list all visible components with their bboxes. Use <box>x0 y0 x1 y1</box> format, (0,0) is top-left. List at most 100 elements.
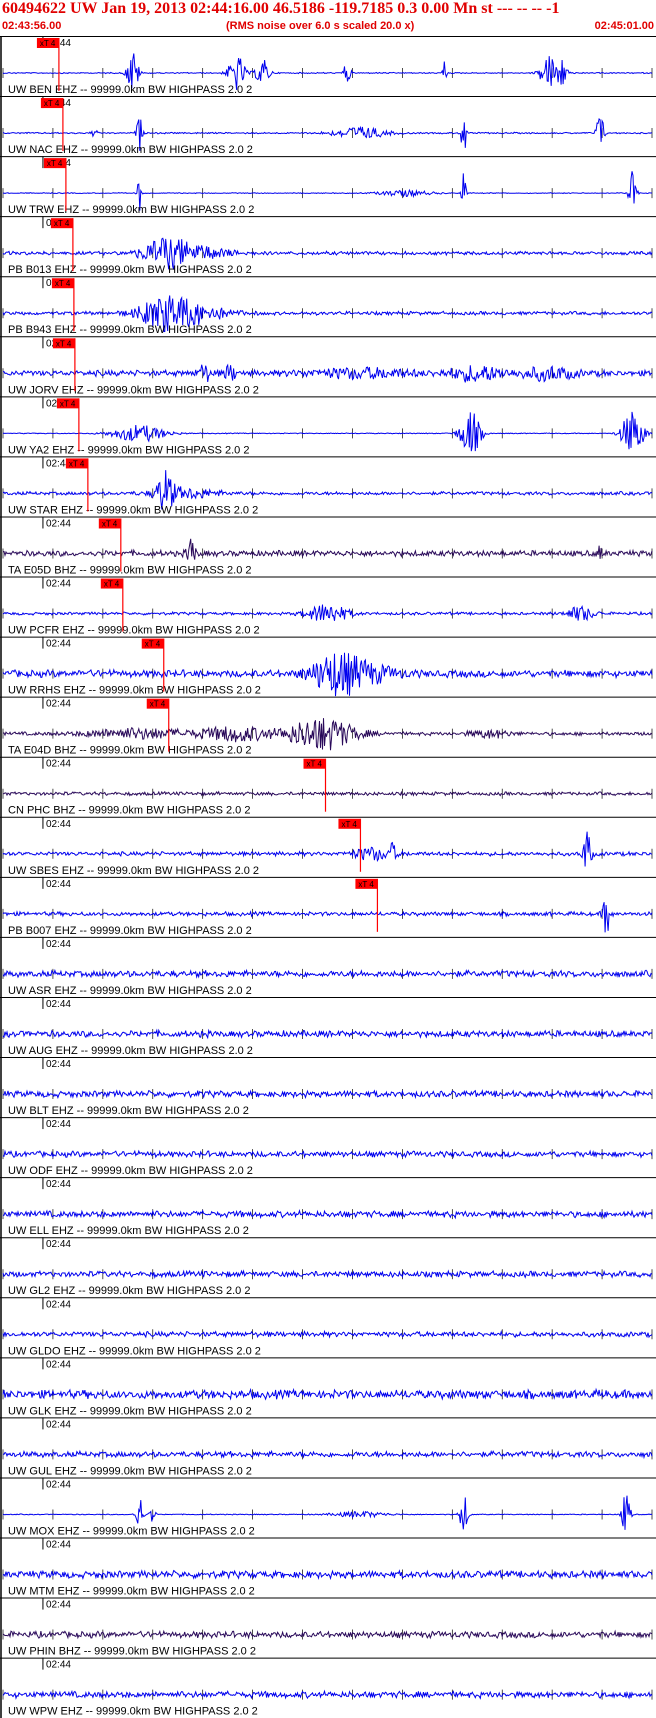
trace-row: 02:44 UW SBES EHZ -- 99999.0km BW HIGHPAS… <box>0 816 656 877</box>
station-label: UW ASR EHZ -- 99999.0km BW HIGHPASS 2.0 … <box>8 985 252 997</box>
station-label: UW PHIN BHZ -- 99999.0km BW HIGHPASS 2.0… <box>8 1646 256 1658</box>
pick-label: xT 4 <box>102 519 118 528</box>
station-label: UW TRW EHZ -- 99999.0km BW HIGHPASS 2.0 … <box>8 204 254 216</box>
station-label: UW AUG EHZ -- 99999.0km BW HIGHPASS 2.0 … <box>8 1045 253 1057</box>
trace-row: 02:44 UW GUL EHZ -- 99999.0km BW HIGHPASS… <box>0 1417 656 1477</box>
trace-row: 02:44 UW PHIN BHZ -- 99999.0km BW HIGHPAS… <box>0 1597 656 1658</box>
station-label: UW GUL EHZ -- 99999.0km BW HIGHPASS 2.0 … <box>8 1465 252 1477</box>
station-label: UW MTM EHZ -- 99999.0km BW HIGHPASS 2.0 … <box>8 1586 255 1598</box>
station-label: UW GLDO EHZ -- 99999.0km BW HIGHPASS 2.0… <box>8 1345 261 1357</box>
pick-label: xT 4 <box>150 700 166 709</box>
time-label: 02:44 <box>46 1540 71 1551</box>
waveform <box>2 790 653 797</box>
trace-row: 02:44PB B013 EHZ -- 99999.0km BW HIGHPAS… <box>0 216 656 276</box>
pick-label: xT 4 <box>60 399 76 408</box>
waveform <box>2 1449 653 1460</box>
trace-row: 02:44 UW AUG EHZ -- 99999.0km BW HIGHPASS… <box>0 996 656 1057</box>
trace-row: 02:44 TA E05D BHZ -- 99999.0km BW HIGHPAS… <box>0 516 656 576</box>
station-label: CN PHC BHZ -- 99999.0km BW HIGHPASS 2.0 … <box>8 805 250 817</box>
time-label: 02:44 <box>46 1600 71 1611</box>
trace-row: 02:44 PB B007 EHZ -- 99999.0km BW HIGHPAS… <box>0 876 656 937</box>
waveform <box>2 538 653 560</box>
time-label: 02:44 <box>46 759 71 770</box>
waveform <box>2 604 653 622</box>
station-label: TA E04D BHZ -- 99999.0km BW HIGHPASS 2.0… <box>8 745 252 757</box>
waveform <box>2 1629 653 1640</box>
trace-row: 02:44UW JORV EHZ -- 99999.0km BW HIGHPAS… <box>0 336 656 396</box>
time-label: 02:44 <box>46 819 71 830</box>
pick-label: xT 4 <box>341 820 357 829</box>
station-label: UW STAR EHZ -- 99999.0km BW HIGHPASS 2.0… <box>8 504 258 516</box>
pick-label: xT 4 <box>358 880 374 889</box>
waveform <box>2 1088 653 1100</box>
trace-row: 02:44 UW MOX EHZ -- 99999.0km BW HIGHPASS… <box>0 1477 656 1537</box>
trace-row: 02:44 UW PCFR EHZ -- 99999.0km BW HIGHPAS… <box>0 576 656 637</box>
station-label: UW BEN EHZ -- 99999.0km BW HIGHPASS 2.0 … <box>8 84 252 96</box>
time-label: 02:44 <box>46 879 71 890</box>
station-label: UW NAC EHZ -- 99999.0km BW HIGHPASS 2.0 … <box>8 144 253 156</box>
station-label: UW GLK EHZ -- 99999.0km BW HIGHPASS 2.0 … <box>8 1405 252 1417</box>
end-time: 02:45:01.00 <box>594 20 654 32</box>
pick-label: xT 4 <box>104 580 120 589</box>
trace-row: 02:44 UW ASR EHZ -- 99999.0km BW HIGHPASS… <box>0 936 656 997</box>
trace-row: 02:44 UW BLT EHZ -- 99999.0km BW HIGHPASS… <box>0 1057 656 1117</box>
waveform <box>2 1209 653 1220</box>
time-label: 02:44 <box>46 999 71 1010</box>
trace-row: 02:44 UW ELL EHZ -- 99999.0km BW HIGHPASS… <box>0 1177 656 1237</box>
station-label: PB B013 EHZ -- 99999.0km BW HIGHPASS 2.0… <box>8 264 252 276</box>
trace-row: 02:44UW TRW EHZ -- 99999.0km BW HIGHPASS… <box>0 156 656 216</box>
waveform <box>2 1689 653 1700</box>
plot-header: 60494622 UW Jan 19, 2013 02:44:16.00 46.… <box>0 0 656 36</box>
trace-row: 02:44 UW GLK EHZ -- 99999.0km BW HIGHPASS… <box>0 1357 656 1417</box>
station-label: UW PCFR EHZ -- 99999.0km BW HIGHPASS 2.0… <box>8 625 260 637</box>
time-label: 02:44 <box>46 1359 71 1370</box>
station-label: UW GL2 EHZ -- 99999.0km BW HIGHPASS 2.0 … <box>8 1285 250 1297</box>
station-label: UW RRHS EHZ -- 99999.0km BW HIGHPASS 2.0… <box>8 685 261 697</box>
time-label: 02:44 <box>46 1179 71 1190</box>
time-label: 02:44 <box>46 639 71 650</box>
station-label: UW SBES EHZ -- 99999.0km BW HIGHPASS 2.0… <box>8 865 259 877</box>
waveform <box>2 1329 653 1339</box>
pick-label: xT 4 <box>40 39 56 48</box>
trace-row: 02:44UW BEN EHZ -- 99999.0km BW HIGHPASS… <box>0 36 656 96</box>
station-label: UW ELL EHZ -- 99999.0km BW HIGHPASS 2.0 … <box>8 1225 249 1237</box>
waveform <box>2 1149 653 1159</box>
trace-row: 02:44 UW GL2 EHZ -- 99999.0km BW HIGHPASS… <box>0 1237 656 1297</box>
trace-row: 02:44 TA E04D BHZ -- 99999.0km BW HIGHPAS… <box>0 696 656 757</box>
time-label: 02:44 <box>46 1660 71 1671</box>
trace-row: 02:44 CN PHC BHZ -- 99999.0km BW HIGHPASS… <box>0 756 656 817</box>
station-label: UW ODF EHZ -- 99999.0km BW HIGHPASS 2.0 … <box>8 1165 253 1177</box>
time-label: 02:44 <box>46 1059 71 1070</box>
station-label: PB B007 EHZ -- 99999.0km BW HIGHPASS 2.0… <box>8 925 252 937</box>
time-label: 02:44 <box>46 1419 71 1430</box>
station-label: UW YA2 EHZ -- 99999.0km BW HIGHPASS 2.0 … <box>8 444 249 456</box>
pick-label: xT 4 <box>44 99 60 108</box>
time-label: 02:44 <box>46 699 71 710</box>
trace-row: 02:44 UW GLDO EHZ -- 99999.0km BW HIGHPAS… <box>0 1297 656 1357</box>
pick-label: xT 4 <box>145 640 161 649</box>
time-label: 02:44 <box>46 579 71 590</box>
event-title: 60494622 UW Jan 19, 2013 02:44:16.00 46.… <box>2 0 560 17</box>
pick-label: xT 4 <box>307 760 323 769</box>
waveform <box>2 831 653 867</box>
time-label: 02:44 <box>46 1239 71 1250</box>
time-label: 02:44 <box>46 518 71 529</box>
trace-row: 02:44 UW RRHS EHZ -- 99999.0km BW HIGHPAS… <box>0 636 656 697</box>
waveform <box>3 363 653 383</box>
station-label: UW MOX EHZ -- 99999.0km BW HIGHPASS 2.0 … <box>8 1525 255 1537</box>
station-label: TA E05D BHZ -- 99999.0km BW HIGHPASS 2.0… <box>8 564 252 576</box>
seismogram-plot: 02:44 UW BEN EHZ -- 99999.0km BW HIGHPASS… <box>0 36 656 1718</box>
pick-label: xT 4 <box>54 219 70 228</box>
pick-label: xT 4 <box>56 339 72 348</box>
waveform <box>2 1269 653 1279</box>
pick-label: xT 4 <box>55 279 71 288</box>
waveform <box>2 968 653 979</box>
station-label: UW WPW EHZ -- 99999.0km BW HIGHPASS 2.0 … <box>8 1706 258 1718</box>
time-range-bar: 02:43:56.00 (RMS noise over 6.0 s scaled… <box>0 20 656 34</box>
time-label: 02:44 <box>46 1299 71 1310</box>
trace-row: 02:44 UW MTM EHZ -- 99999.0km BW HIGHPASS… <box>0 1537 656 1598</box>
waveform <box>2 1569 653 1581</box>
rms-note: (RMS noise over 6.0 s scaled 20.0 x) <box>226 20 415 32</box>
time-label: 02:44 <box>46 1479 71 1490</box>
waveform <box>2 1028 653 1040</box>
